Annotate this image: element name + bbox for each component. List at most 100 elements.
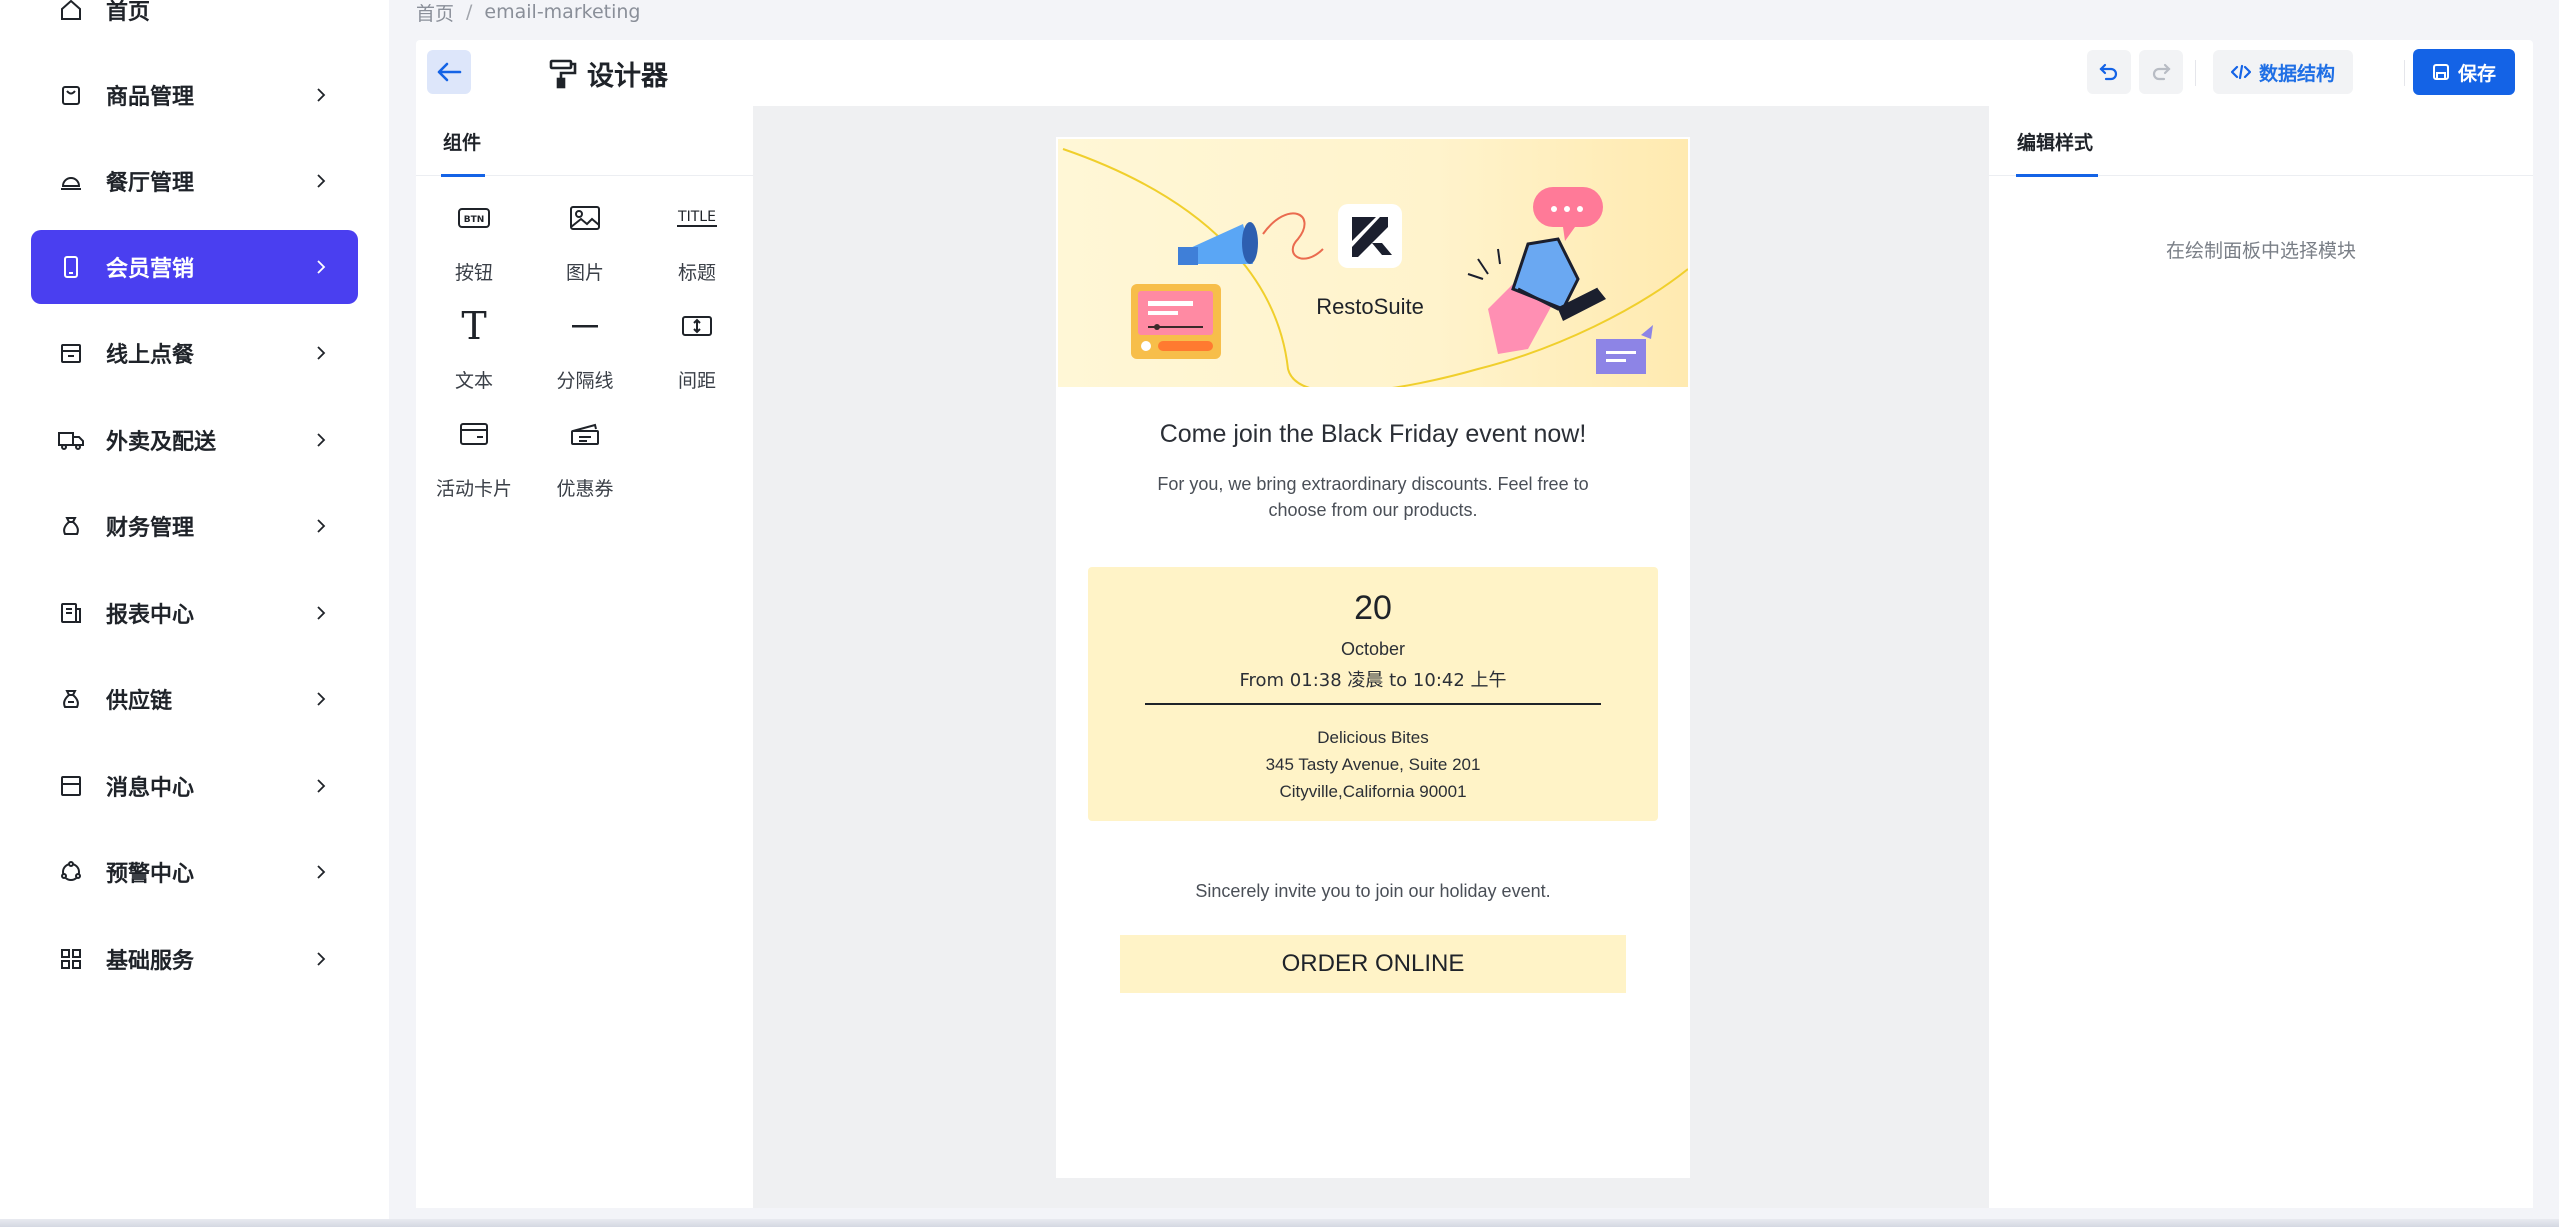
component-label: 分隔线 — [556, 370, 614, 392]
designer-title: 设计器 — [549, 54, 668, 93]
sidebar-item-messages[interactable]: 消息中心 — [31, 749, 358, 823]
svg-text:TITLE: TITLE — [677, 209, 716, 225]
window-bottom-edge — [0, 1219, 2559, 1227]
component-divider[interactable]: 分隔线 — [530, 306, 640, 406]
title-icon: TITLE — [642, 198, 752, 238]
sidebar-item-products[interactable]: 商品管理 — [31, 58, 358, 132]
component-label: 图片 — [565, 262, 604, 284]
data-schema-button[interactable]: 数据结构 — [2213, 50, 2354, 94]
designer-card: 设计器 数据结构 保存 组件 BTN 按钮 图片 TITLE 标题 T 文本 分… — [416, 40, 2533, 1208]
sidebar-item-restaurants[interactable]: 餐厅管理 — [31, 144, 358, 218]
money-bag-icon — [58, 513, 84, 539]
truck-icon — [58, 427, 84, 453]
sidebar-item-reports[interactable]: 报表中心 — [31, 576, 358, 650]
chat-bubble-icon — [1533, 187, 1603, 241]
design-canvas[interactable]: RestoSuite Come join the Black Friday ev… — [753, 106, 1989, 1208]
sidebar: 首页 商品管理 餐厅管理 会员营销 线上点餐 外卖及配送 财务管理 报表中心 供… — [0, 0, 389, 1227]
component-label: 活动卡片 — [435, 478, 512, 500]
style-empty-hint: 在绘制面板中选择模块 — [2165, 240, 2356, 262]
button-icon: BTN — [419, 198, 529, 238]
save-label: 保存 — [2457, 62, 2496, 85]
breadcrumb-separator: / — [466, 1, 473, 23]
tab-components[interactable]: 组件 — [443, 128, 481, 155]
sidebar-item-label: 首页 — [106, 0, 151, 25]
sidebar-item-supply-chain[interactable]: 供应链 — [31, 662, 358, 736]
store-icon — [58, 340, 84, 366]
component-image[interactable]: 图片 — [530, 198, 640, 298]
mobile-icon — [58, 254, 84, 280]
sidebar-item-finance[interactable]: 财务管理 — [31, 489, 358, 563]
event-address-line2: Cityville,California 90001 — [1279, 782, 1467, 801]
email-headline[interactable]: Come join the Black Friday event now! — [1056, 420, 1690, 449]
data-schema-label: 数据结构 — [2259, 62, 2336, 85]
cloche-icon — [58, 168, 84, 194]
redo-button[interactable] — [2139, 50, 2183, 94]
back-button[interactable] — [427, 50, 471, 94]
high-five-hands-graphic — [1467, 237, 1606, 354]
brand-name: RestoSuite — [1316, 294, 1424, 319]
message-bubble-icon — [1596, 325, 1653, 374]
email-preview[interactable]: RestoSuite Come join the Black Friday ev… — [1056, 137, 1690, 1178]
sidebar-item-alerts[interactable]: 预警中心 — [31, 835, 358, 909]
sidebar-item-delivery[interactable]: 外卖及配送 — [31, 403, 358, 477]
sidebar-item-label: 商品管理 — [106, 85, 195, 110]
email-subtext[interactable]: For you, we bring extraordinary discount… — [1126, 471, 1620, 523]
component-label: 文本 — [454, 370, 493, 392]
event-month: October — [1340, 639, 1406, 659]
code-icon — [2231, 64, 2251, 80]
tab-underline — [441, 174, 485, 177]
sidebar-item-online-ordering[interactable]: 线上点餐 — [31, 316, 358, 390]
breadcrumb-home[interactable]: 首页 — [416, 0, 454, 26]
redo-icon — [2152, 63, 2171, 81]
event-card-icon — [419, 414, 529, 454]
toolbar-divider — [2195, 60, 2196, 86]
sidebar-item-label: 基础服务 — [106, 949, 195, 974]
event-day: 20 — [1354, 589, 1392, 627]
sidebar-item-basic-services[interactable]: 基础服务 — [31, 922, 358, 996]
component-text[interactable]: T 文本 — [419, 306, 529, 406]
tab-edit-style[interactable]: 编辑样式 — [2017, 128, 2093, 155]
chevron-right-icon — [317, 174, 326, 188]
component-button[interactable]: BTN 按钮 — [419, 198, 529, 298]
shopping-bag-icon — [58, 82, 84, 108]
sidebar-item-label: 外卖及配送 — [106, 430, 217, 455]
sidebar-item-label: 餐厅管理 — [106, 171, 195, 196]
sidebar-item-label: 消息中心 — [106, 776, 195, 801]
component-label: 标题 — [677, 262, 716, 284]
grid-icon — [58, 946, 84, 972]
sidebar-item-home[interactable]: 首页 — [31, 0, 358, 47]
chevron-right-icon — [317, 519, 326, 533]
email-invite-text[interactable]: Sincerely invite you to join our holiday… — [1056, 881, 1690, 902]
breadcrumb-current: email-marketing — [484, 1, 641, 23]
component-title[interactable]: TITLE 标题 — [642, 198, 752, 298]
chevron-right-icon — [317, 346, 326, 360]
chevron-right-icon — [317, 606, 326, 620]
divider-icon — [530, 306, 640, 346]
sidebar-item-member-marketing[interactable]: 会员营销 — [31, 230, 358, 304]
event-venue: Delicious Bites — [1317, 728, 1429, 747]
email-banner[interactable]: RestoSuite — [1058, 139, 1688, 387]
component-coupon[interactable]: 优惠券 — [530, 414, 640, 514]
order-online-button[interactable]: ORDER ONLINE — [1120, 935, 1626, 993]
components-panel: 组件 BTN 按钮 图片 TITLE 标题 T 文本 分隔线 间距 活动卡片 优… — [416, 106, 753, 1208]
toolbar-divider — [2404, 60, 2405, 86]
report-icon — [58, 600, 84, 626]
chevron-right-icon — [317, 952, 326, 966]
event-card[interactable]: 20 October From 01:38 凌晨 to 10:42 上午 Del… — [1088, 567, 1658, 821]
svg-text:BTN: BTN — [464, 215, 485, 225]
chevron-right-icon — [317, 88, 326, 102]
event-address-line1: 345 Tasty Avenue, Suite 201 — [1265, 755, 1481, 774]
component-event-card[interactable]: 活动卡片 — [419, 414, 529, 514]
banner-illustration: RestoSuite — [1062, 148, 1688, 387]
breadcrumb: 首页 / email-marketing — [416, 0, 641, 26]
arrow-left-icon — [437, 62, 462, 82]
undo-button[interactable] — [2087, 50, 2131, 94]
alert-icon — [58, 859, 84, 885]
sidebar-item-label: 供应链 — [106, 689, 173, 714]
sidebar-item-label: 预警中心 — [106, 862, 195, 887]
component-spacing[interactable]: 间距 — [642, 306, 752, 406]
save-button[interactable]: 保存 — [2413, 49, 2515, 95]
chevron-right-icon — [317, 865, 326, 879]
chevron-right-icon — [317, 692, 326, 706]
sidebar-item-label: 会员营销 — [106, 257, 195, 282]
